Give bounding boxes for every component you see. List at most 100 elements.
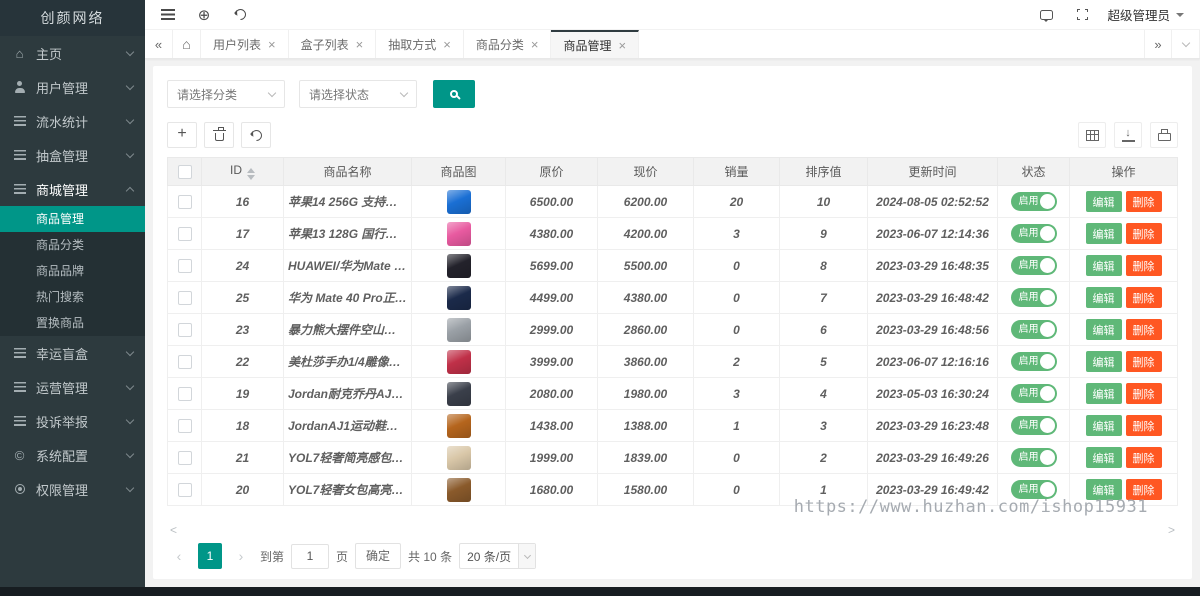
message-button[interactable]: [1035, 4, 1057, 26]
pagination: ‹ 1 › 到第 1 页 确定 共 10 条 20 条/页: [167, 543, 1178, 569]
status-toggle[interactable]: 启用: [1011, 352, 1057, 371]
delete-button[interactable]: 删除: [1126, 191, 1162, 212]
tabs-scroll-right-button[interactable]: »: [1144, 30, 1172, 58]
logo: 创颜网络: [0, 0, 145, 36]
category-select[interactable]: 请选择分类: [167, 80, 285, 108]
tab[interactable]: 商品分类×: [464, 30, 552, 58]
tab[interactable]: 抽取方式×: [376, 30, 464, 58]
edit-button[interactable]: 编辑: [1086, 479, 1122, 500]
row-checkbox[interactable]: [178, 355, 192, 369]
sidebar-item-users[interactable]: 用户管理: [0, 70, 145, 104]
admin-menu[interactable]: 超级管理员: [1107, 5, 1184, 24]
status-select[interactable]: 请选择状态: [299, 80, 417, 108]
sidebar-item-operations[interactable]: 运营管理: [0, 370, 145, 404]
tabs-scroll-left-button[interactable]: «: [145, 30, 173, 58]
row-checkbox[interactable]: [178, 259, 192, 273]
sidebar-subitem[interactable]: 热门搜索: [0, 284, 145, 310]
menu-toggle-button[interactable]: [157, 4, 179, 26]
next-page-button[interactable]: ›: [229, 543, 253, 569]
content: 请选择分类 请选择状态 + ↓: [145, 59, 1200, 587]
page-size-select[interactable]: 20 条/页: [459, 543, 536, 569]
delete-button[interactable]: 删除: [1126, 319, 1162, 340]
status-toggle[interactable]: 启用: [1011, 416, 1057, 435]
chevron-down-icon: [268, 88, 276, 96]
status-toggle[interactable]: 启用: [1011, 320, 1057, 339]
prev-page-button[interactable]: ‹: [167, 543, 191, 569]
status-toggle[interactable]: 启用: [1011, 256, 1057, 275]
row-checkbox[interactable]: [178, 323, 192, 337]
status-toggle[interactable]: 启用: [1011, 384, 1057, 403]
edit-button[interactable]: 编辑: [1086, 191, 1122, 212]
row-checkbox[interactable]: [178, 291, 192, 305]
status-toggle[interactable]: 启用: [1011, 448, 1057, 467]
sidebar-item-lucky-box[interactable]: 幸运盲盒: [0, 336, 145, 370]
row-checkbox[interactable]: [178, 227, 192, 241]
row-checkbox[interactable]: [178, 419, 192, 433]
delete-button[interactable]: 删除: [1126, 351, 1162, 372]
add-button[interactable]: +: [167, 122, 197, 148]
sidebar-item-mall-manage[interactable]: 商城管理: [0, 172, 145, 206]
close-icon[interactable]: ×: [443, 38, 451, 51]
sidebar-subitem[interactable]: 置换商品: [0, 310, 145, 336]
edit-button[interactable]: 编辑: [1086, 351, 1122, 372]
sidebar-item-box-manage[interactable]: 抽盒管理: [0, 138, 145, 172]
row-checkbox[interactable]: [178, 387, 192, 401]
edit-button[interactable]: 编辑: [1086, 223, 1122, 244]
row-checkbox[interactable]: [178, 483, 192, 497]
tab[interactable]: 商品管理×: [551, 30, 639, 58]
page-input[interactable]: 1: [291, 544, 329, 569]
search-button[interactable]: [433, 80, 475, 108]
tab[interactable]: 盒子列表×: [289, 30, 377, 58]
fullscreen-button[interactable]: [1071, 4, 1093, 26]
current-page-button[interactable]: 1: [198, 543, 222, 569]
home-tab[interactable]: ⌂: [173, 30, 201, 58]
edit-button[interactable]: 编辑: [1086, 319, 1122, 340]
select-all-checkbox[interactable]: [178, 165, 192, 179]
sidebar-item-home[interactable]: ⌂主页: [0, 36, 145, 70]
delete-button[interactable]: 删除: [1126, 287, 1162, 308]
sidebar-subitem[interactable]: 商品分类: [0, 232, 145, 258]
scroll-left-arrow[interactable]: <: [170, 523, 177, 537]
reload-button[interactable]: [241, 122, 271, 148]
tab[interactable]: 用户列表×: [201, 30, 289, 58]
delete-button[interactable]: 删除: [1126, 447, 1162, 468]
status-toggle[interactable]: 启用: [1011, 224, 1057, 243]
cell-updated-time: 2023-06-07 12:16:16: [868, 346, 998, 378]
sidebar-item-complaints[interactable]: 投诉举报: [0, 404, 145, 438]
confirm-button[interactable]: 确定: [355, 543, 401, 569]
edit-button[interactable]: 编辑: [1086, 383, 1122, 404]
sidebar-item-flow-stats[interactable]: 流水统计: [0, 104, 145, 138]
refresh-button[interactable]: [229, 4, 251, 26]
status-toggle[interactable]: 启用: [1011, 288, 1057, 307]
language-button[interactable]: ⊕: [193, 4, 215, 26]
close-icon[interactable]: ×: [618, 39, 626, 52]
delete-button[interactable]: 删除: [1126, 223, 1162, 244]
edit-button[interactable]: 编辑: [1086, 415, 1122, 436]
status-toggle[interactable]: 启用: [1011, 480, 1057, 499]
export-button[interactable]: ↓: [1114, 122, 1142, 148]
close-icon[interactable]: ×: [356, 38, 364, 51]
edit-button[interactable]: 编辑: [1086, 287, 1122, 308]
tabs-menu-button[interactable]: [1172, 30, 1200, 58]
print-button[interactable]: [1150, 122, 1178, 148]
status-toggle[interactable]: 启用: [1011, 192, 1057, 211]
scroll-right-arrow[interactable]: >: [1168, 523, 1175, 537]
chevron-down-icon: [126, 449, 134, 457]
sidebar-item-system-config[interactable]: ©系统配置: [0, 438, 145, 472]
sidebar-item-permissions[interactable]: 权限管理: [0, 472, 145, 506]
batch-delete-button[interactable]: [204, 122, 234, 148]
row-checkbox[interactable]: [178, 451, 192, 465]
close-icon[interactable]: ×: [531, 38, 539, 51]
delete-button[interactable]: 删除: [1126, 383, 1162, 404]
row-checkbox[interactable]: [178, 195, 192, 209]
sort-icon[interactable]: [247, 168, 255, 180]
close-icon[interactable]: ×: [268, 38, 276, 51]
delete-button[interactable]: 删除: [1126, 415, 1162, 436]
delete-button[interactable]: 删除: [1126, 255, 1162, 276]
filter-columns-button[interactable]: [1078, 122, 1106, 148]
edit-button[interactable]: 编辑: [1086, 255, 1122, 276]
delete-button[interactable]: 删除: [1126, 479, 1162, 500]
sidebar-subitem[interactable]: 商品管理: [0, 206, 145, 232]
edit-button[interactable]: 编辑: [1086, 447, 1122, 468]
sidebar-subitem[interactable]: 商品品牌: [0, 258, 145, 284]
